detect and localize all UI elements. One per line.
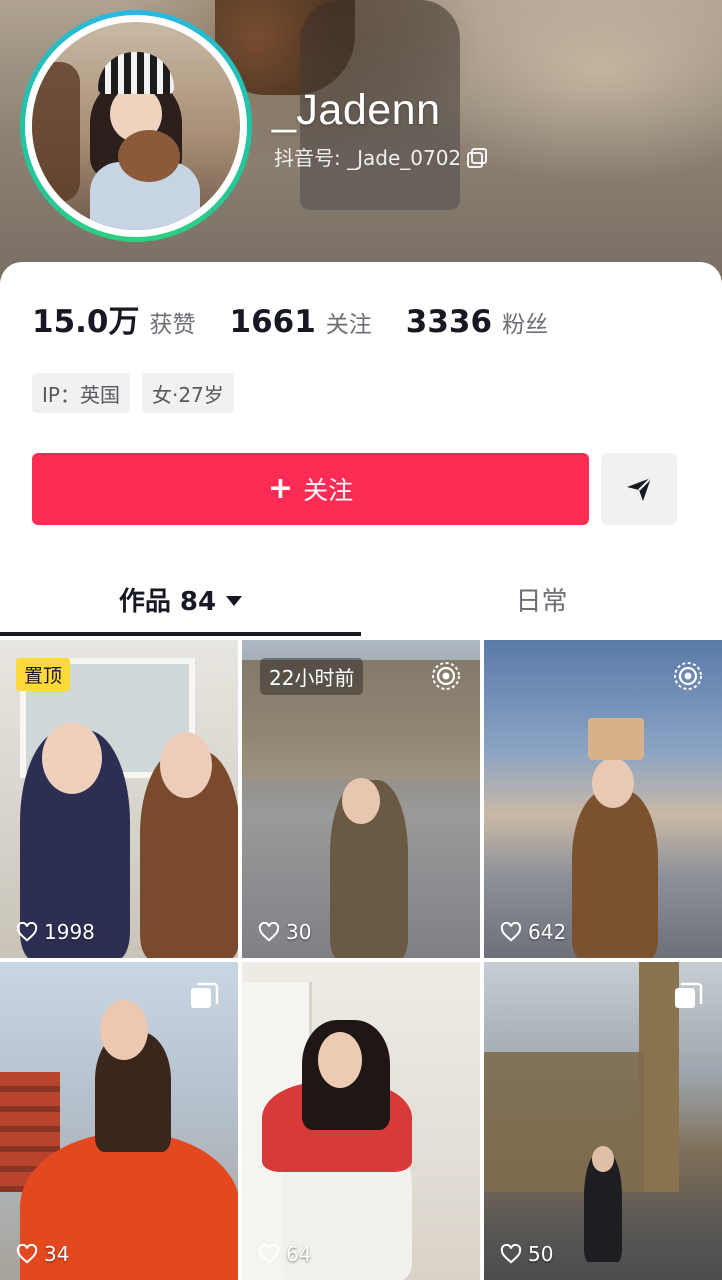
post-likes-count: 30: [286, 920, 312, 944]
pinned-badge: 置顶: [16, 658, 71, 691]
tab-daily[interactable]: 日常: [361, 562, 722, 636]
multi-image-icon: [191, 982, 219, 1008]
heart-icon: [16, 922, 38, 942]
stat-followers-value: 3336: [405, 304, 493, 340]
douyin-id[interactable]: 抖音号: _Jade_0702: [274, 142, 488, 171]
live-photo-icon: [674, 662, 702, 690]
stat-likes-value: 15.0万: [32, 304, 140, 340]
tag-gender-age: 女·27岁: [141, 373, 234, 413]
tab-daily-label: 日常: [515, 586, 568, 617]
posts-grid: 置顶 1998 22小时前 30 642 34 64 50: [0, 640, 722, 1280]
heart-icon: [258, 1244, 280, 1264]
multi-image-icon: [675, 982, 703, 1008]
heart-icon: [500, 1244, 522, 1264]
send-icon: [627, 477, 652, 501]
post-thumbnail[interactable]: 642: [484, 640, 722, 958]
post-likes-count: 34: [44, 1242, 70, 1266]
post-likes: 1998: [16, 920, 95, 944]
avatar[interactable]: [20, 10, 252, 242]
live-photo-icon: [432, 662, 460, 690]
plus-icon: +: [267, 471, 294, 506]
content-tabs: 作品 84 日常: [0, 562, 722, 638]
heart-icon: [258, 922, 280, 942]
stat-followers[interactable]: 3336 粉丝: [406, 304, 548, 340]
follow-button[interactable]: + 关注: [32, 453, 589, 525]
post-time-badge: 22小时前: [260, 658, 364, 695]
avatar-photo: [32, 22, 240, 230]
heart-icon: [500, 922, 522, 942]
post-likes-count: 1998: [44, 920, 95, 944]
profile-stats: 15.0万 获赞 1661 关注 3336 粉丝: [32, 296, 582, 341]
stat-followers-label: 粉丝: [502, 312, 549, 338]
post-likes: 64: [258, 1242, 311, 1266]
heart-icon: [16, 1244, 38, 1264]
post-thumbnail[interactable]: 64: [242, 962, 480, 1280]
profile-username: _Jadenn: [272, 86, 441, 134]
tab-works[interactable]: 作品 84: [0, 562, 361, 636]
profile-tags: IP：英国 女·27岁: [32, 373, 234, 413]
tab-active-indicator: [0, 632, 361, 636]
post-thumbnail[interactable]: 置顶 1998: [0, 640, 238, 958]
stat-likes-label: 获赞: [149, 312, 196, 338]
douyin-id-text: 抖音号: _Jade_0702: [274, 146, 462, 170]
tab-works-label: 作品 84: [118, 586, 217, 617]
caret-down-icon[interactable]: [226, 596, 243, 606]
tag-ip-location: IP：英国: [32, 373, 130, 413]
post-likes: 50: [500, 1242, 553, 1266]
post-likes-count: 50: [528, 1242, 554, 1266]
copy-icon[interactable]: [467, 147, 488, 168]
follow-button-label: 关注: [303, 476, 354, 505]
post-thumbnail[interactable]: 22小时前 30: [242, 640, 480, 958]
post-likes: 30: [258, 920, 311, 944]
message-button[interactable]: [601, 453, 677, 525]
post-likes: 34: [16, 1242, 69, 1266]
post-likes-count: 64: [286, 1242, 312, 1266]
post-likes-count: 642: [528, 920, 567, 944]
stat-following-label: 关注: [325, 312, 372, 338]
post-likes: 642: [500, 920, 566, 944]
stat-following-value: 1661: [229, 304, 316, 340]
stat-following[interactable]: 1661 关注: [230, 304, 372, 340]
post-thumbnail[interactable]: 50: [484, 962, 722, 1280]
post-thumbnail[interactable]: 34: [0, 962, 238, 1280]
stat-likes[interactable]: 15.0万 获赞: [32, 296, 196, 341]
